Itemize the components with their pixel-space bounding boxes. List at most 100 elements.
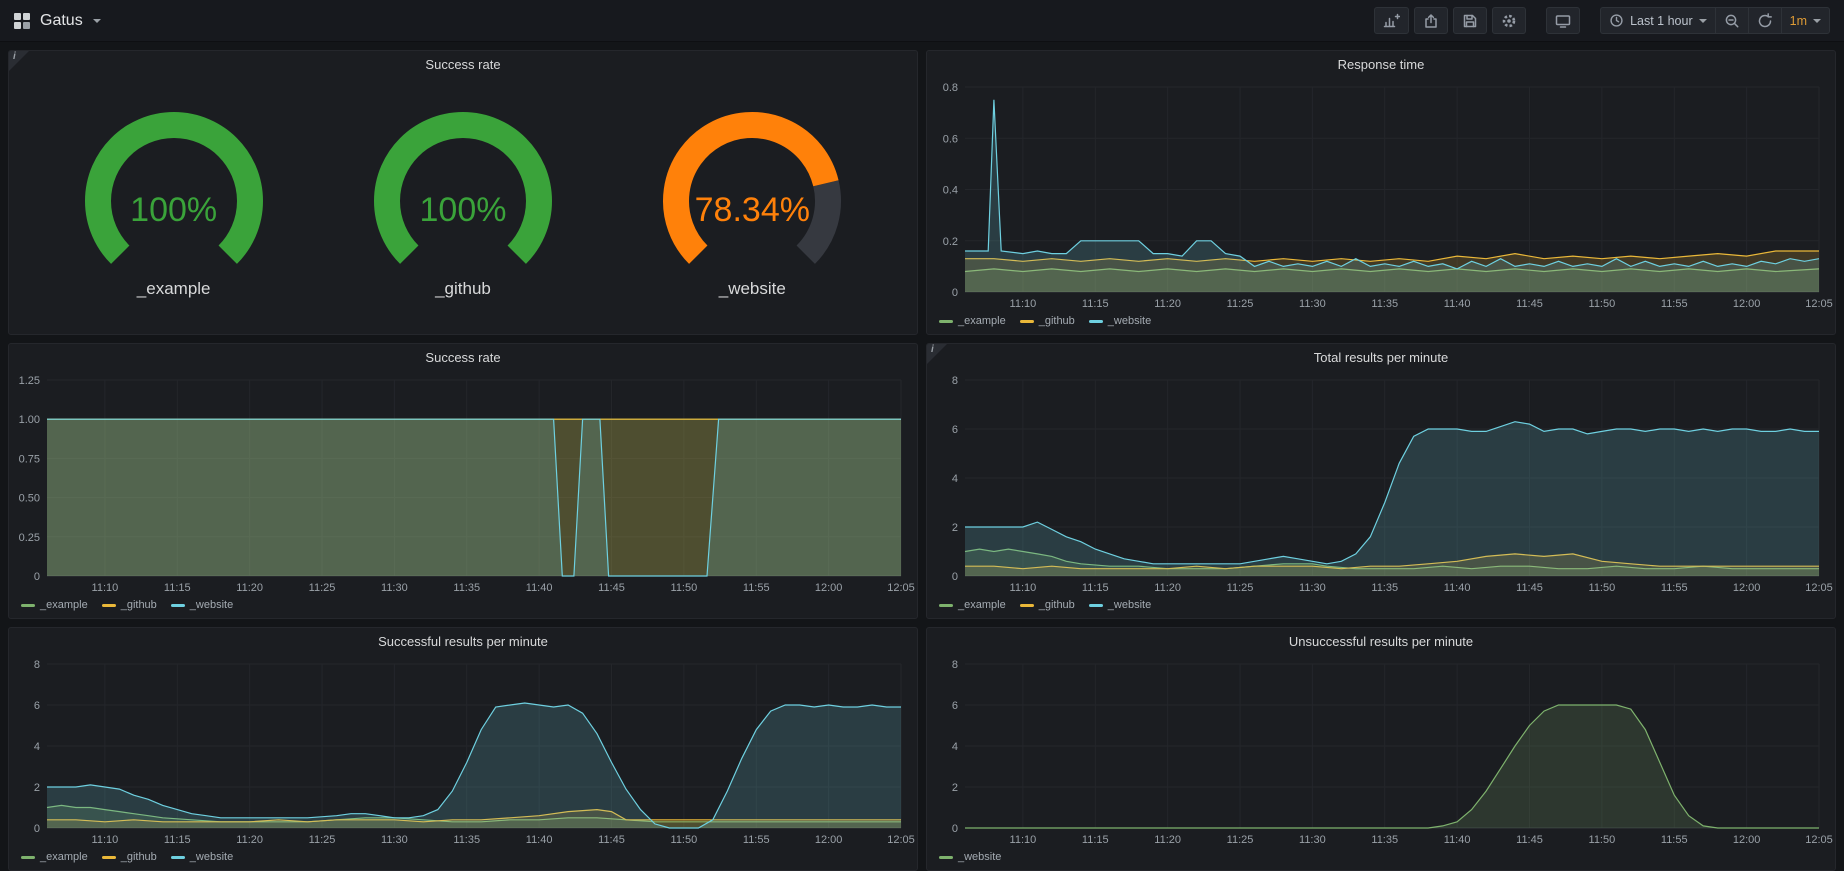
x-tick-label: 11:30 [1299, 582, 1326, 594]
x-tick-label: 11:35 [453, 834, 480, 846]
legend-label: _github [1039, 315, 1075, 327]
legend-item-_example[interactable]: _example [21, 599, 88, 611]
y-tick-label: 0.50 [19, 493, 40, 505]
series-area-_website [965, 705, 1819, 828]
panel-title[interactable]: Total results per minute [1314, 350, 1448, 365]
legend-color-icon [1020, 320, 1034, 323]
refresh-interval-picker[interactable]: 1m [1781, 7, 1830, 34]
x-tick-label: 11:45 [1516, 582, 1543, 594]
panel-total-results: Total results per minute 0246811:1011:15… [926, 343, 1836, 619]
panel-response-time: Response time 00.20.40.60.811:1011:1511:… [926, 50, 1836, 335]
legend-item-_github[interactable]: _github [102, 599, 157, 611]
x-tick-label: 11:10 [92, 582, 119, 594]
x-tick-label: 11:25 [1227, 582, 1254, 594]
total-results-chart[interactable]: 0246811:1011:1511:2011:2511:3011:3511:40… [927, 370, 1835, 596]
gauge-arc-segment [387, 124, 539, 254]
dashboard-grid-icon[interactable] [14, 13, 30, 29]
x-tick-label: 11:55 [1661, 298, 1688, 310]
legend-item-_website[interactable]: _website [1089, 599, 1151, 611]
x-tick-label: 11:55 [1661, 582, 1688, 594]
panel-success-rate-gauges: Success rate 100% _example 100% _github … [8, 50, 918, 335]
x-tick-label: 11:45 [598, 582, 625, 594]
x-tick-label: 11:35 [453, 582, 480, 594]
save-button[interactable] [1453, 7, 1487, 34]
dashboard-title[interactable]: Gatus [40, 12, 83, 30]
series-area-_website [965, 422, 1819, 576]
response-time-chart[interactable]: 00.20.40.60.811:1011:1511:2011:2511:3011… [927, 77, 1835, 312]
y-tick-label: 0.25 [19, 532, 40, 544]
x-tick-label: 11:50 [671, 582, 698, 594]
legend-label: _example [40, 851, 88, 863]
refresh-interval-label: 1m [1790, 14, 1807, 28]
legend-item-_example[interactable]: _example [939, 315, 1006, 327]
info-icon[interactable] [9, 51, 29, 71]
legend-color-icon [939, 604, 953, 607]
panel-header: Total results per minute [927, 344, 1835, 370]
y-tick-label: 8 [952, 659, 958, 671]
x-tick-label: 11:35 [1371, 834, 1398, 846]
chart-legend: _example _github _website [9, 596, 917, 618]
panel-title[interactable]: Successful results per minute [378, 634, 548, 649]
legend-item-_example[interactable]: _example [21, 851, 88, 863]
chart-legend: _website [927, 848, 1835, 870]
legend-item-_github[interactable]: _github [1020, 315, 1075, 327]
tv-mode-button[interactable] [1546, 7, 1580, 34]
panel-header: Response time [927, 51, 1835, 77]
gear-icon [1501, 13, 1517, 29]
y-tick-label: 0 [952, 823, 958, 835]
legend-item-_website[interactable]: _website [939, 851, 1001, 863]
legend-color-icon [21, 856, 35, 859]
legend-label: _example [40, 599, 88, 611]
y-tick-label: 0.2 [943, 236, 958, 248]
x-tick-label: 11:20 [1154, 298, 1181, 310]
panel-title[interactable]: Success rate [425, 57, 500, 72]
y-tick-label: 6 [952, 424, 958, 436]
x-tick-label: 11:10 [1010, 582, 1037, 594]
x-tick-label: 11:40 [526, 834, 553, 846]
legend-item-_website[interactable]: _website [1089, 315, 1151, 327]
legend-item-_website[interactable]: _website [171, 851, 233, 863]
panel-title[interactable]: Response time [1338, 57, 1425, 72]
share-icon [1423, 13, 1439, 29]
add-panel-button[interactable] [1374, 7, 1409, 34]
info-icon[interactable] [927, 344, 947, 364]
zoom-out-button[interactable] [1715, 7, 1748, 34]
x-tick-label: 11:35 [1371, 582, 1398, 594]
panel-title[interactable]: Unsuccessful results per minute [1289, 634, 1473, 649]
x-tick-label: 11:30 [1299, 834, 1326, 846]
x-tick-label: 11:30 [381, 834, 408, 846]
legend-label: _website [1108, 599, 1151, 611]
y-tick-label: 4 [34, 741, 40, 753]
settings-button[interactable] [1492, 7, 1526, 34]
legend-item-_website[interactable]: _website [171, 599, 233, 611]
panel-header: Success rate [9, 344, 917, 370]
success-rate-chart[interactable]: 00.250.500.751.001.2511:1011:1511:2011:2… [9, 370, 917, 596]
unsuccessful-results-chart[interactable]: 0246811:1011:1511:2011:2511:3011:3511:40… [927, 654, 1835, 848]
x-tick-label: 11:20 [236, 834, 263, 846]
legend-color-icon [939, 856, 953, 859]
x-tick-label: 11:40 [1444, 582, 1471, 594]
y-tick-label: 2 [34, 782, 40, 794]
legend-label: _example [958, 315, 1006, 327]
save-icon [1462, 13, 1478, 29]
x-tick-label: 11:40 [1444, 834, 1471, 846]
legend-item-_github[interactable]: _github [1020, 599, 1075, 611]
share-button[interactable] [1414, 7, 1448, 34]
legend-color-icon [171, 856, 185, 859]
legend-item-_example[interactable]: _example [939, 599, 1006, 611]
time-range-picker[interactable]: Last 1 hour [1600, 7, 1715, 34]
x-tick-label: 11:55 [743, 582, 770, 594]
y-tick-label: 1.00 [19, 414, 40, 426]
x-tick-label: 11:40 [526, 582, 553, 594]
x-tick-label: 11:20 [1154, 834, 1181, 846]
refresh-button[interactable] [1748, 7, 1781, 34]
y-tick-label: 4 [952, 741, 958, 753]
gauge-label: _website [719, 279, 786, 299]
legend-label: _example [958, 599, 1006, 611]
chart-legend: _example _github _website [927, 312, 1835, 334]
legend-item-_github[interactable]: _github [102, 851, 157, 863]
y-tick-label: 6 [952, 700, 958, 712]
successful-results-chart[interactable]: 0246811:1011:1511:2011:2511:3011:3511:40… [9, 654, 917, 848]
y-tick-label: 0 [34, 823, 40, 835]
panel-title[interactable]: Success rate [425, 350, 500, 365]
